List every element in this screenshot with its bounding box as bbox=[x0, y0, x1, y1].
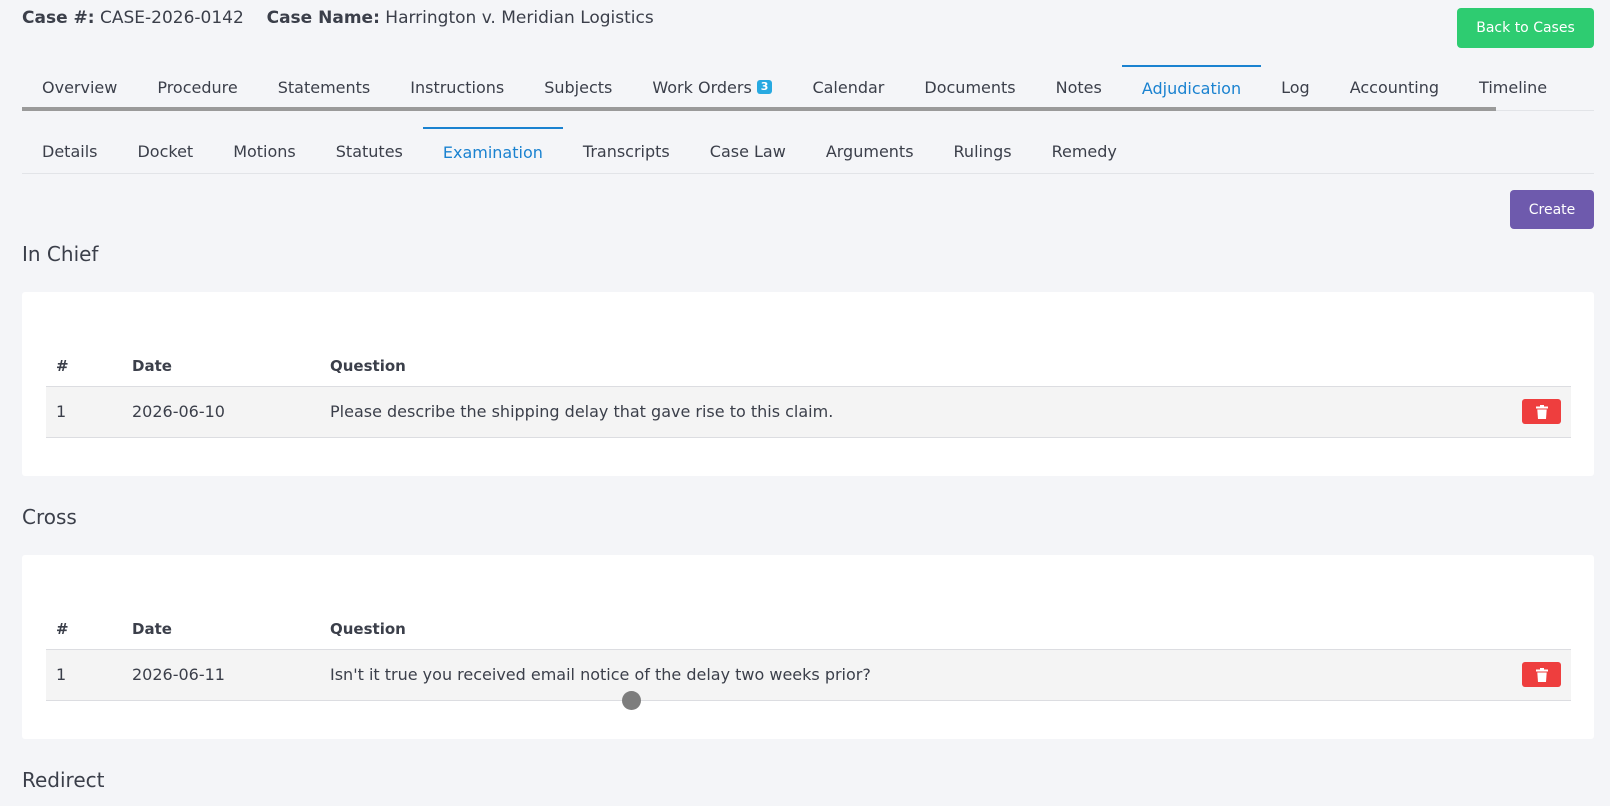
tab-label: Documents bbox=[924, 77, 1016, 97]
tab-label: Statements bbox=[277, 77, 371, 97]
tab-adjudication[interactable]: Adjudication bbox=[1121, 65, 1262, 107]
delete-button[interactable] bbox=[1522, 662, 1561, 687]
tab-documents[interactable]: Documents bbox=[904, 65, 1035, 107]
tab-label: Log bbox=[1281, 77, 1310, 97]
row-actions bbox=[1501, 386, 1571, 438]
tab-label: Subjects bbox=[544, 77, 613, 97]
delete-button[interactable] bbox=[1522, 399, 1561, 424]
subtab-details[interactable]: Details bbox=[22, 127, 117, 173]
tab-label: Overview bbox=[42, 77, 118, 97]
subtab-label: Case Law bbox=[709, 141, 786, 161]
cross-card: # Date Question 1 2026-06-11 Isn't it tr… bbox=[22, 555, 1594, 739]
row-question: Please describe the shipping delay that … bbox=[320, 386, 1501, 438]
table-header-row: # Date Question bbox=[46, 346, 1571, 387]
row-date: 2026-06-11 bbox=[122, 649, 320, 701]
subtab-label: Motions bbox=[233, 141, 296, 161]
case-header: Case #: CASE-2026-0142 Case Name: Harrin… bbox=[22, 8, 654, 28]
work-orders-count-badge: 3 bbox=[756, 80, 773, 94]
row-number: 1 bbox=[46, 649, 122, 701]
subtab-rulings[interactable]: Rulings bbox=[934, 127, 1032, 173]
column-header-date: Date bbox=[122, 609, 320, 650]
tab-calendar[interactable]: Calendar bbox=[792, 65, 904, 107]
tab-label: Work Orders bbox=[652, 77, 752, 97]
subtab-label: Remedy bbox=[1051, 141, 1117, 161]
cross-table: # Date Question 1 2026-06-11 Isn't it tr… bbox=[46, 609, 1571, 701]
case-number-label: Case #: bbox=[22, 8, 95, 28]
subtab-label: Details bbox=[42, 141, 98, 161]
tab-timeline[interactable]: Timeline bbox=[1459, 65, 1567, 107]
subtab-label: Rulings bbox=[953, 141, 1012, 161]
tab-notes[interactable]: Notes bbox=[1036, 65, 1122, 107]
create-button[interactable]: Create bbox=[1510, 190, 1594, 229]
tab-label: Calendar bbox=[812, 77, 885, 97]
subtab-case-law[interactable]: Case Law bbox=[690, 127, 806, 173]
tab-label: Procedure bbox=[157, 77, 238, 97]
column-header-date: Date bbox=[122, 346, 320, 387]
tab-statements[interactable]: Statements bbox=[258, 65, 391, 107]
row-date: 2026-06-10 bbox=[122, 386, 320, 438]
case-name: Harrington v. Meridian Logistics bbox=[385, 8, 654, 28]
tab-accounting[interactable]: Accounting bbox=[1330, 65, 1459, 107]
back-to-cases-button[interactable]: Back to Cases bbox=[1457, 8, 1594, 48]
tab-label: Adjudication bbox=[1141, 79, 1242, 98]
table-header-row: # Date Question bbox=[46, 609, 1571, 650]
subtab-transcripts[interactable]: Transcripts bbox=[563, 127, 690, 173]
column-header-actions bbox=[1501, 346, 1571, 387]
tab-procedure[interactable]: Procedure bbox=[137, 65, 257, 107]
trash-icon bbox=[1535, 667, 1548, 682]
trash-icon bbox=[1535, 404, 1548, 419]
tab-instructions[interactable]: Instructions bbox=[390, 65, 524, 107]
tab-label: Notes bbox=[1055, 77, 1102, 97]
subtab-label: Arguments bbox=[825, 141, 914, 161]
subtab-arguments[interactable]: Arguments bbox=[806, 127, 934, 173]
subtab-remedy[interactable]: Remedy bbox=[1032, 127, 1137, 173]
tab-label: Accounting bbox=[1349, 77, 1440, 97]
subtab-docket[interactable]: Docket bbox=[117, 127, 213, 173]
section-title-redirect: Redirect bbox=[22, 768, 105, 792]
row-number: 1 bbox=[46, 386, 122, 438]
table-row: 1 2026-06-11 Isn't it true you received … bbox=[46, 649, 1571, 701]
tabs-divider bbox=[1496, 110, 1594, 111]
tab-label: Instructions bbox=[410, 77, 505, 97]
tab-log[interactable]: Log bbox=[1261, 65, 1330, 107]
case-number: CASE-2026-0142 bbox=[99, 8, 244, 28]
column-header-number: # bbox=[46, 346, 122, 387]
case-name-label: Case Name: bbox=[266, 8, 380, 28]
subtab-motions[interactable]: Motions bbox=[213, 127, 316, 173]
row-actions bbox=[1501, 649, 1571, 701]
table-row: 1 2026-06-10 Please describe the shippin… bbox=[46, 386, 1571, 438]
row-question: Isn't it true you received email notice … bbox=[320, 649, 1501, 701]
section-title-in-chief: In Chief bbox=[22, 242, 99, 266]
subtab-label: Docket bbox=[137, 141, 194, 161]
column-header-question: Question bbox=[320, 346, 1501, 387]
tab-work-orders[interactable]: Work Orders 3 bbox=[632, 65, 792, 107]
tab-overview[interactable]: Overview bbox=[22, 65, 137, 107]
tab-subjects[interactable]: Subjects bbox=[524, 65, 632, 107]
subtab-label: Statutes bbox=[335, 141, 403, 161]
in-chief-card: # Date Question 1 2026-06-10 Please desc… bbox=[22, 292, 1594, 476]
sub-tabs: Details Docket Motions Statutes Examinat… bbox=[22, 127, 1594, 174]
section-title-cross: Cross bbox=[22, 505, 77, 529]
subtab-label: Examination bbox=[442, 143, 543, 162]
subtab-statutes[interactable]: Statutes bbox=[316, 127, 423, 173]
in-chief-table: # Date Question 1 2026-06-10 Please desc… bbox=[46, 346, 1571, 438]
mouse-cursor-indicator bbox=[622, 691, 641, 710]
subtab-examination[interactable]: Examination bbox=[422, 127, 563, 173]
column-header-actions bbox=[1501, 609, 1571, 650]
tab-label: Timeline bbox=[1479, 77, 1548, 97]
subtab-label: Transcripts bbox=[582, 141, 670, 161]
column-header-number: # bbox=[46, 609, 122, 650]
main-tabs: Overview Procedure Statements Instructio… bbox=[22, 65, 1547, 111]
column-header-question: Question bbox=[320, 609, 1501, 650]
